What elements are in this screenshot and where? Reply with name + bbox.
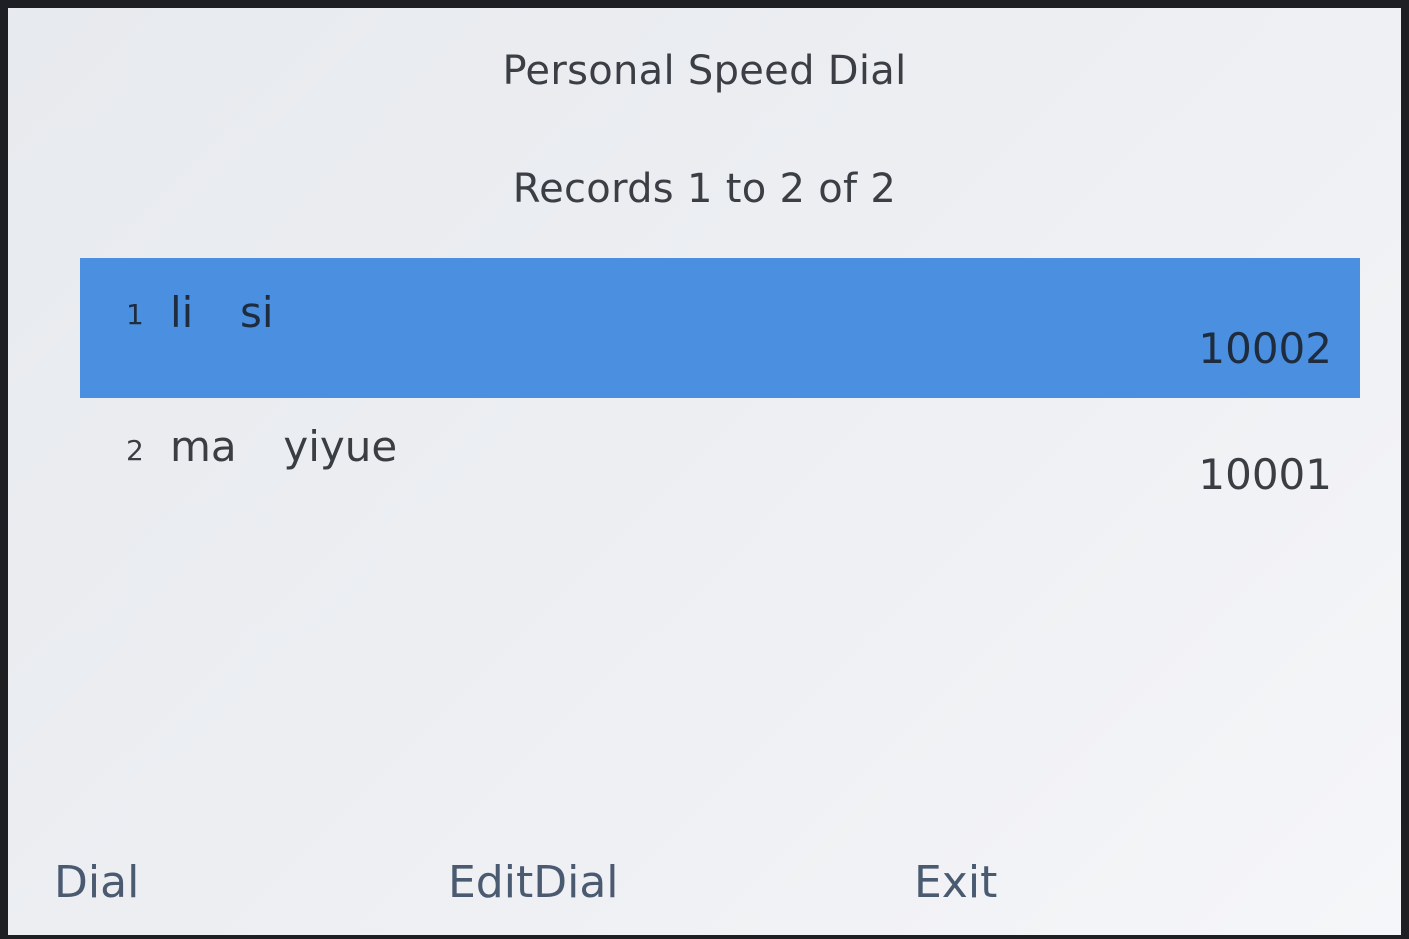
phone-bezel: Personal Speed Dial Records 1 to 2 of 2 … (0, 0, 1409, 939)
entry-name: ma yiyue (170, 422, 398, 471)
entry-number: 10001 (1198, 450, 1332, 499)
screen-title: Personal Speed Dial (502, 48, 907, 94)
speed-dial-list: 1 li si 10002 2 ma yiyue 10001 (80, 258, 1360, 518)
dial-softkey[interactable]: Dial (54, 857, 139, 908)
speed-dial-entry-1[interactable]: 1 li si 10002 (80, 258, 1360, 398)
softkey-bar: Dial EditDial Exit (8, 857, 1401, 917)
entry-name: li si (170, 288, 274, 337)
phone-screen: Personal Speed Dial Records 1 to 2 of 2 … (8, 8, 1401, 935)
entry-index: 2 (126, 434, 144, 467)
speed-dial-entry-2[interactable]: 2 ma yiyue 10001 (80, 398, 1360, 518)
entry-number: 10002 (1198, 324, 1332, 373)
exit-softkey[interactable]: Exit (914, 857, 997, 908)
entry-index: 1 (126, 298, 144, 331)
edit-dial-softkey[interactable]: EditDial (448, 857, 619, 908)
records-status: Records 1 to 2 of 2 (512, 166, 897, 212)
